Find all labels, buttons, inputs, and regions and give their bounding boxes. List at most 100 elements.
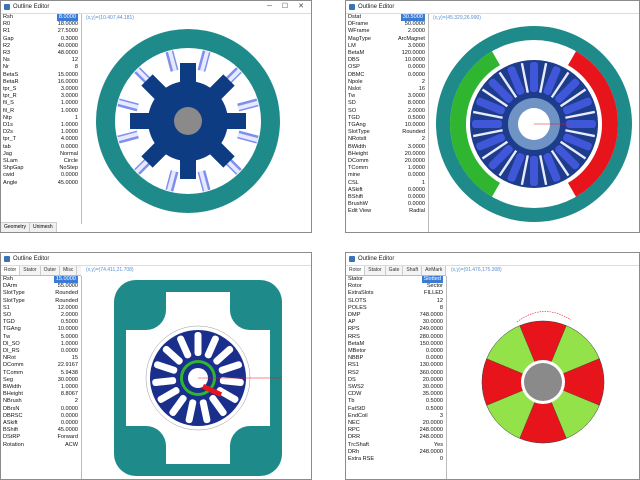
parameter-value[interactable]: 0.0000: [61, 413, 78, 420]
parameter-row[interactable]: Extra RSE 0: [346, 456, 446, 463]
parameter-row[interactable]: cwid 0.0000: [1, 172, 81, 179]
parameter-row[interactable]: DS 20.0000: [346, 377, 446, 384]
parameter-value[interactable]: 3.0000: [408, 43, 425, 50]
parameter-value[interactable]: 40.0000: [58, 43, 78, 50]
window-controls[interactable]: ─ ☐ ✕: [267, 1, 308, 13]
parameter-value[interactable]: 0.0000: [61, 420, 78, 427]
tab-gate[interactable]: Gate: [386, 266, 404, 275]
parameter-value[interactable]: 1.0000: [61, 122, 78, 129]
drawing-canvas[interactable]: (x,y)=(74.411,21.708): [82, 266, 311, 479]
parameter-row[interactable]: BWidth 1.0000: [1, 384, 81, 391]
parameter-value[interactable]: 18.0000: [58, 21, 78, 28]
parameter-value[interactable]: FILLED: [424, 290, 443, 297]
parameter-value[interactable]: 1: [75, 115, 78, 122]
parameter-row[interactable]: tpr_R 3.0000: [1, 93, 81, 100]
parameter-value[interactable]: 0.0000: [408, 72, 425, 79]
parameter-value[interactable]: Sector: [427, 283, 443, 290]
parameter-value[interactable]: 5.9438: [61, 370, 78, 377]
parameter-value[interactable]: 16: [419, 86, 425, 93]
parameter-value[interactable]: 280.0000: [420, 334, 443, 341]
parameter-row[interactable]: tpr_T 4.0000: [1, 136, 81, 143]
parameter-row[interactable]: SLam Circle: [1, 158, 81, 165]
parameter-row[interactable]: R3 48.0000: [1, 50, 81, 57]
parameter-value[interactable]: 0.5000: [426, 398, 443, 405]
parameter-value[interactable]: ArcMagnet: [398, 36, 425, 43]
parameter-value[interactable]: 0.0000: [61, 406, 78, 413]
parameter-value[interactable]: 5.0000: [61, 334, 78, 341]
parameter-value[interactable]: 10.0000: [405, 57, 425, 64]
parameter-row[interactable]: SO 2.0000: [1, 312, 81, 319]
parameter-row[interactable]: ExtraSlots FILLED: [346, 290, 446, 297]
tab-airmark[interactable]: AirMark: [422, 266, 447, 275]
parameter-row[interactable]: DComm 20.0000: [346, 158, 428, 165]
parameter-value[interactable]: 0.0000: [426, 355, 443, 362]
parameter-row[interactable]: Nr 8: [1, 64, 81, 71]
parameter-row[interactable]: TGD 0.5000: [346, 115, 428, 122]
tab-rotor[interactable]: Rotor: [346, 266, 366, 275]
parameter-value[interactable]: 16.0000: [58, 79, 78, 86]
parameter-value[interactable]: 35.0000: [423, 391, 443, 398]
parameter-value[interactable]: 1: [422, 180, 425, 187]
parameter-value[interactable]: 0: [440, 456, 443, 463]
parameter-row[interactable]: SLOTS 12: [346, 298, 446, 305]
parameter-value[interactable]: 12: [72, 57, 78, 64]
parameter-value[interactable]: 150.0000: [420, 341, 443, 348]
parameter-value[interactable]: 50.0000: [405, 21, 425, 28]
parameter-row[interactable]: DComm 22.9167: [1, 362, 81, 369]
parameter-row[interactable]: DBS 10.0000: [346, 57, 428, 64]
parameter-row[interactable]: SlotType Rounded: [346, 129, 428, 136]
parameter-value[interactable]: 248.0000: [420, 434, 443, 441]
parameter-row[interactable]: DI_RS 0.0000: [1, 348, 81, 355]
window-titlebar[interactable]: Outline Editor ─ ☐ ✕: [1, 1, 311, 14]
parameter-row[interactable]: SD 8.0000: [346, 100, 428, 107]
parameter-value[interactable]: 8.0000: [56, 14, 78, 22]
parameter-value[interactable]: 3.0000: [61, 86, 78, 93]
tab-rotor[interactable]: Rotor: [1, 266, 21, 275]
parameter-row[interactable]: DBMC 0.0000: [346, 72, 428, 79]
parameter-row[interactable]: RPC 248.0000: [346, 427, 446, 434]
parameter-row[interactable]: mine 0.0000: [346, 172, 428, 179]
parameter-value[interactable]: 130.0000: [420, 362, 443, 369]
parameter-row[interactable]: EndCoil 3: [346, 413, 446, 420]
parameter-value[interactable]: 248.0000: [420, 427, 443, 434]
parameter-value[interactable]: 0.5000: [61, 319, 78, 326]
parameter-row[interactable]: SO 2.0000: [346, 108, 428, 115]
parameter-row[interactable]: Rsh 15.0000: [1, 276, 81, 284]
parameter-value[interactable]: 2.0000: [408, 108, 425, 115]
parameter-value[interactable]: 0.0000: [61, 172, 78, 179]
parameter-row[interactable]: tab 0.0000: [1, 144, 81, 151]
parameter-value[interactable]: 30.0000: [423, 384, 443, 391]
parameter-value[interactable]: 120.0000: [402, 50, 425, 57]
parameter-row[interactable]: RRS 280.0000: [346, 334, 446, 341]
tab-geometry[interactable]: Geometry: [1, 223, 30, 232]
parameter-row[interactable]: CDW 35.0000: [346, 391, 446, 398]
parameter-value[interactable]: 1.0000: [61, 341, 78, 348]
parameter-row[interactable]: OSP 0.0000: [346, 64, 428, 71]
parameter-value[interactable]: 8.0000: [408, 100, 425, 107]
parameter-value[interactable]: 10.0000: [405, 122, 425, 129]
parameter-row[interactable]: DMP 748.0000: [346, 312, 446, 319]
parameter-row[interactable]: Angle 45.0000: [1, 180, 81, 187]
parameter-row[interactable]: DBrsN 0.0000: [1, 406, 81, 413]
parameter-row[interactable]: Jag Normal: [1, 151, 81, 158]
parameter-value[interactable]: 10.0000: [58, 326, 78, 333]
parameter-row[interactable]: DStRP Forward: [1, 434, 81, 441]
parameter-value[interactable]: 2: [422, 79, 425, 86]
parameter-value[interactable]: 3.0000: [408, 144, 425, 151]
parameter-row[interactable]: SlotType Rounded: [1, 290, 81, 297]
parameter-value[interactable]: 45.0000: [58, 427, 78, 434]
drawing-canvas[interactable]: (x,y)=(91.476,175.308): [447, 266, 639, 479]
parameter-row[interactable]: RS2 360.0000: [346, 370, 446, 377]
parameter-value[interactable]: 20.0000: [405, 151, 425, 158]
parameter-value[interactable]: 4.0000: [61, 136, 78, 143]
parameter-value[interactable]: Rounded: [55, 298, 78, 305]
parameter-row[interactable]: DArm 55.0000: [1, 283, 81, 290]
parameter-row[interactable]: Rsh 8.0000: [1, 14, 81, 22]
parameter-row[interactable]: ASkift 0.0000: [346, 187, 428, 194]
parameter-value[interactable]: 3.0000: [408, 93, 425, 100]
parameter-row[interactable]: RPS 249.0000: [346, 326, 446, 333]
parameter-value[interactable]: 249.0000: [420, 326, 443, 333]
parameter-row[interactable]: D1s 1.0000: [1, 122, 81, 129]
parameter-row[interactable]: fil_S 1.0000: [1, 100, 81, 107]
parameter-row[interactable]: DRR 248.0000: [346, 434, 446, 441]
